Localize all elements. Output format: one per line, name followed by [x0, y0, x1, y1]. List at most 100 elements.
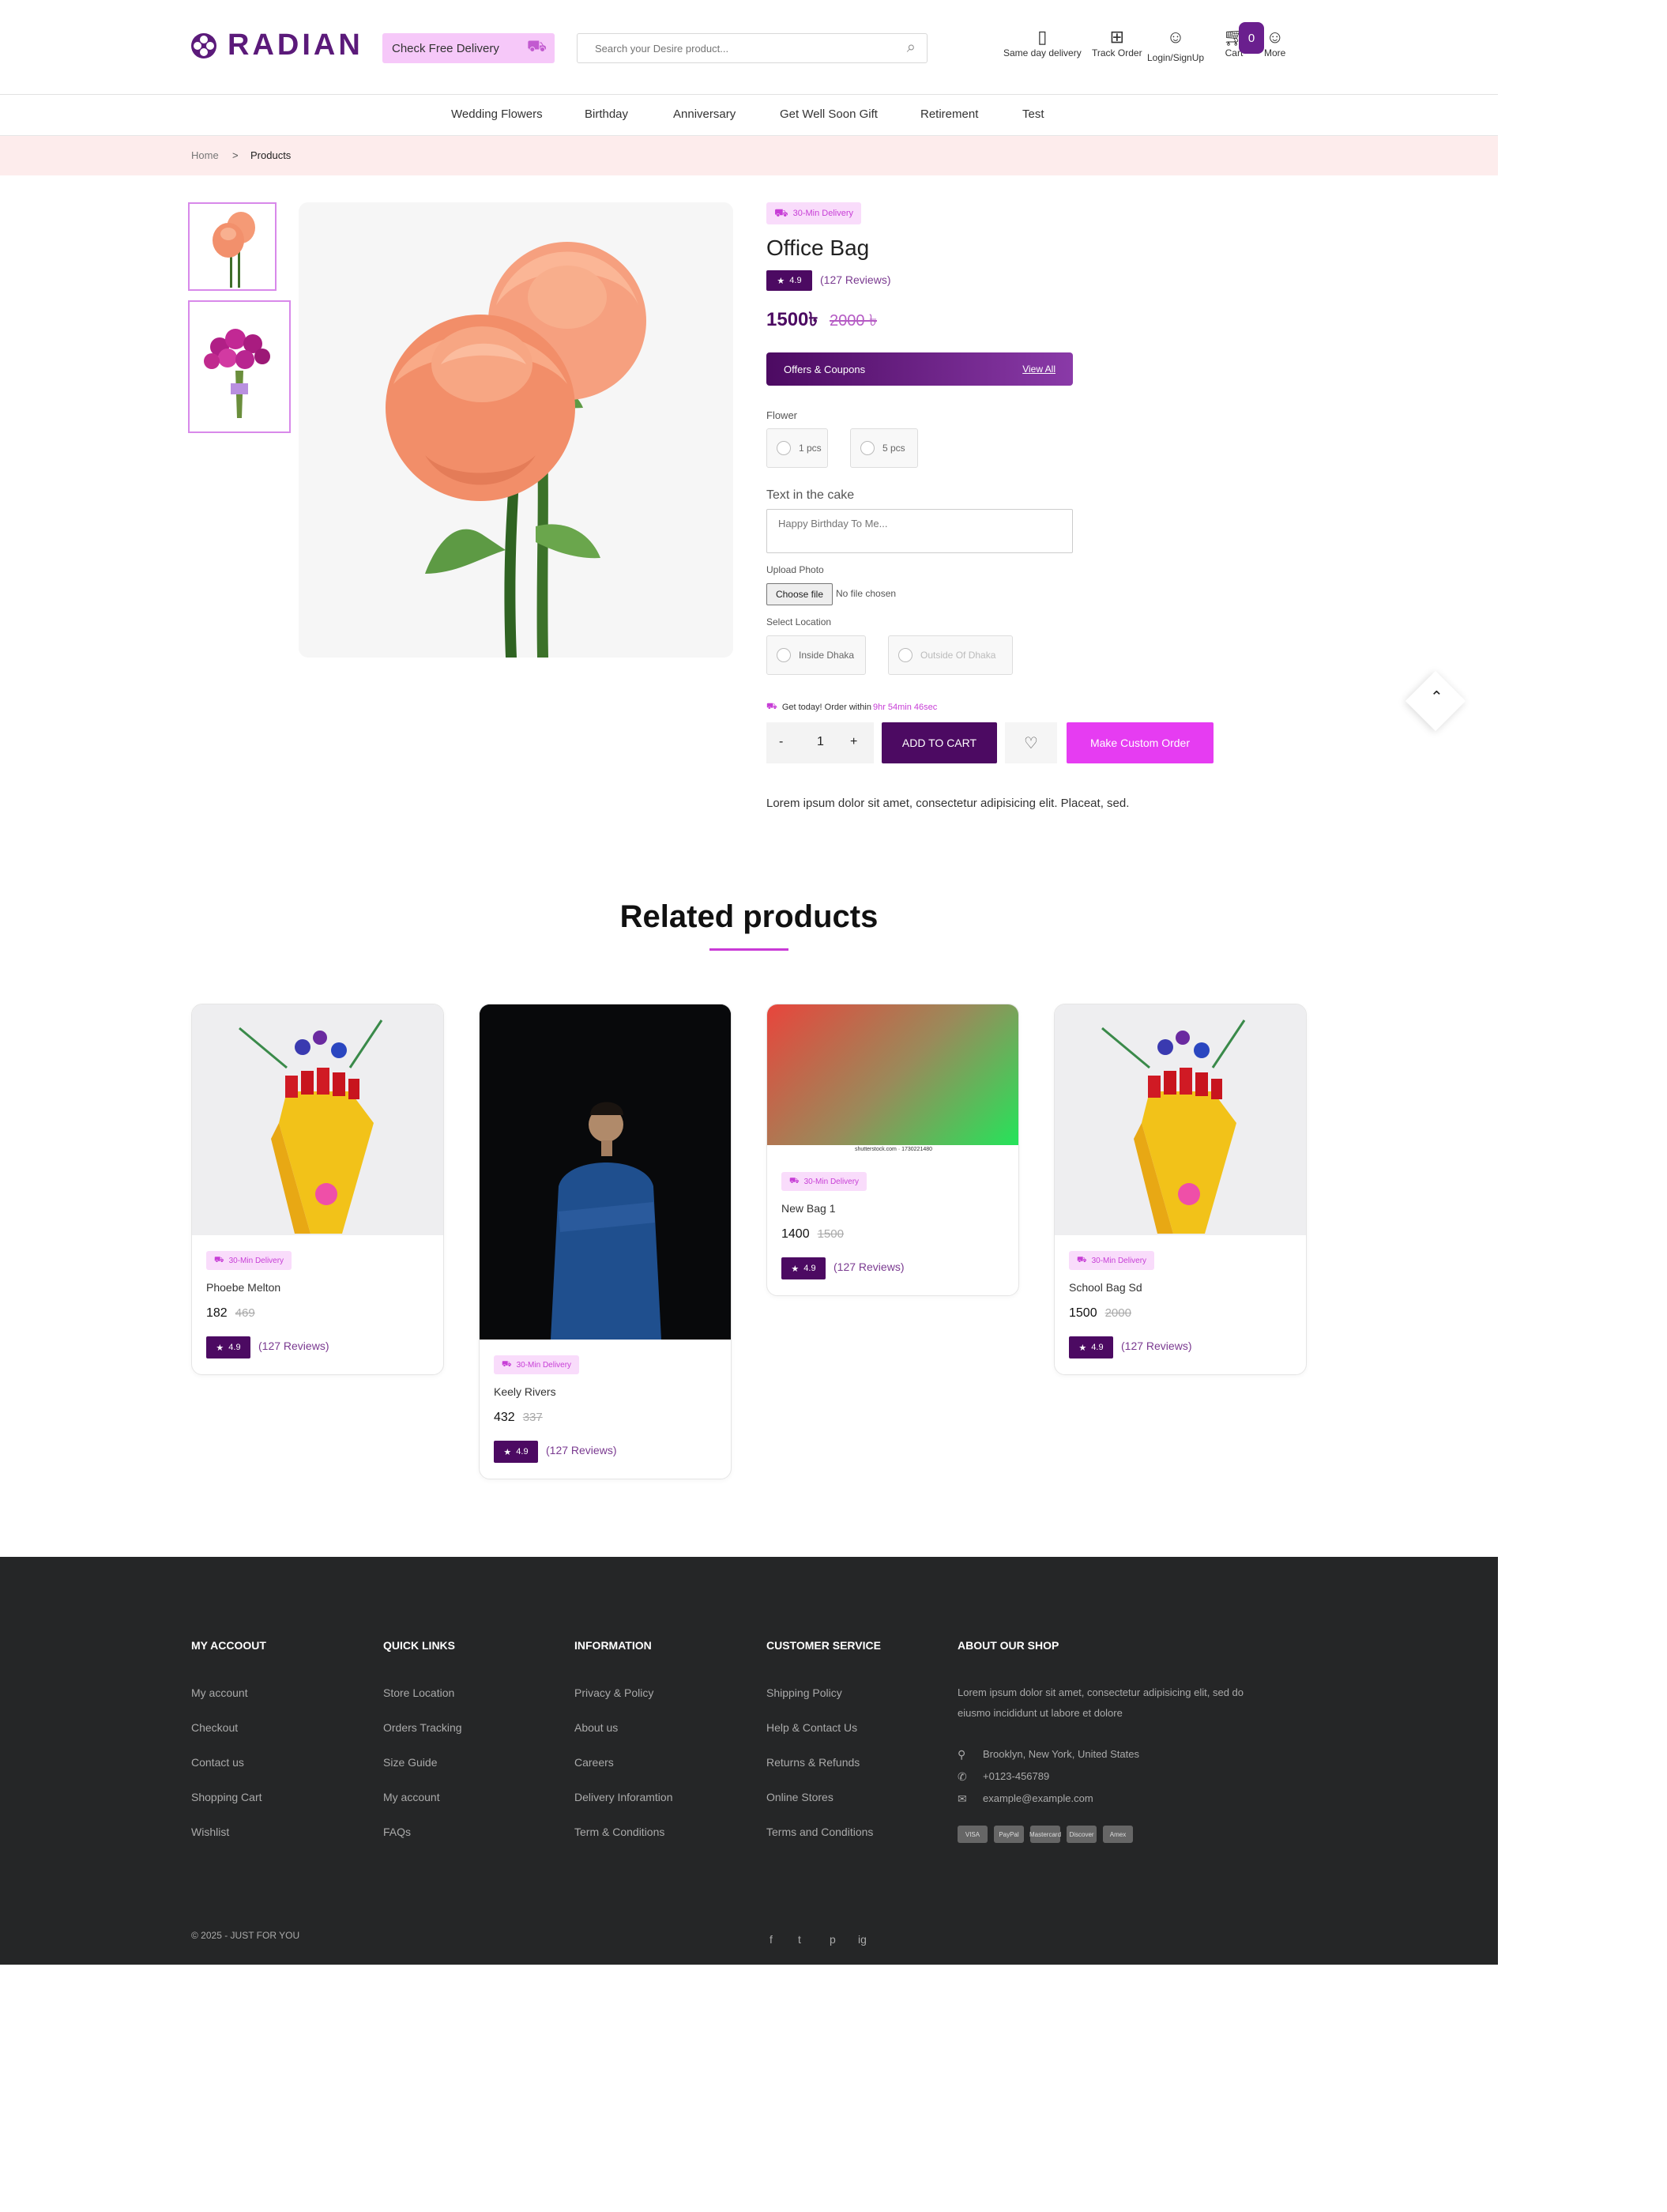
reviews-count: (127 Reviews) [834, 1261, 905, 1273]
check-free-delivery-button[interactable]: Check Free Delivery ⛟ [382, 33, 555, 63]
footer-link[interactable]: Term & Conditions [574, 1826, 664, 1838]
thumbnail-rose[interactable] [188, 202, 277, 291]
nav-wedding-flowers[interactable]: Wedding Flowers [451, 107, 543, 121]
footer-about-text: Lorem ipsum dolor sit amet, consectetur … [958, 1686, 1244, 1698]
footer-link[interactable]: Shipping Policy [766, 1686, 842, 1699]
instagram-icon[interactable]: ig [858, 1933, 867, 1946]
price-value: 1400 [781, 1227, 810, 1241]
product-name[interactable]: Keely Rivers [494, 1385, 556, 1398]
product-card[interactable]: ⛟ 30-Min Delivery Phoebe Melton 182 469 ★… [191, 1004, 444, 1375]
product-name[interactable]: New Bag 1 [781, 1202, 835, 1215]
related-products-title: Related products [619, 899, 879, 934]
product-old-price: 2000 ৳ [830, 312, 878, 330]
thumbnail-bouquet[interactable] [188, 300, 291, 433]
nav-test[interactable]: Test [1022, 107, 1044, 121]
footer-link[interactable]: Terms and Conditions [766, 1826, 873, 1838]
timer-value: 9hr 54min 46sec [872, 703, 938, 712]
product-card-image [192, 1004, 443, 1235]
login-link[interactable]: ☺ Login/SignUp [1147, 27, 1204, 63]
footer-link[interactable]: Online Stores [766, 1791, 834, 1803]
rating-value: 4.9 [228, 1343, 241, 1352]
footer-link[interactable]: My account [191, 1686, 248, 1699]
qty-value[interactable]: 1 [817, 735, 824, 749]
radio-icon [777, 441, 791, 455]
main-product-image [299, 202, 733, 658]
mastercard-icon: Mastercard [1029, 1826, 1061, 1843]
product-price: 1500৳ [766, 309, 818, 330]
delivery-badge-label: 30-Min Delivery [792, 209, 854, 218]
star-icon: ★ [216, 1343, 224, 1353]
reviews-count[interactable]: (127 Reviews) [820, 273, 890, 286]
footer-link[interactable]: Delivery Inforamtion [574, 1791, 673, 1803]
footer-link[interactable]: Contact us [191, 1756, 244, 1769]
nav-get-well-soon[interactable]: Get Well Soon Gift [780, 107, 878, 121]
footer-phone[interactable]: +0123-456789 [983, 1770, 1049, 1782]
scroll-to-top-button[interactable]: ⌃ [1405, 670, 1466, 732]
breadcrumb-home[interactable]: Home [191, 149, 219, 161]
footer-link[interactable]: My account [383, 1791, 440, 1803]
logo[interactable]: RADIAN [190, 28, 363, 62]
make-custom-order-button[interactable]: Make Custom Order [1067, 722, 1214, 763]
footer-link[interactable]: Orders Tracking [383, 1721, 462, 1734]
login-label: Login/SignUp [1147, 52, 1205, 63]
product-title: Office Bag [766, 236, 870, 260]
product-name[interactable]: School Bag Sd [1069, 1281, 1142, 1294]
footer-link[interactable]: FAQs [383, 1826, 411, 1838]
footer-link[interactable]: Returns & Refunds [766, 1756, 860, 1769]
footer-link[interactable]: Careers [574, 1756, 614, 1769]
search-input[interactable] [578, 34, 878, 62]
wishlist-heart-icon[interactable]: ♡ [1005, 722, 1057, 763]
product-card[interactable]: shutterstock.com · 1730221480 ⛟ 30-Min D… [766, 1004, 1019, 1296]
qty-minus-button[interactable]: - [779, 735, 783, 749]
delivery-badge-label: 30-Min Delivery [803, 1177, 860, 1186]
rose-image [386, 242, 646, 658]
nav-retirement[interactable]: Retirement [920, 107, 978, 121]
pinterest-icon[interactable]: p [830, 1933, 836, 1946]
main-nav: Wedding Flowers Birthday Anniversary Get… [0, 95, 1498, 136]
footer-col-title: CUSTOMER SERVICE [766, 1639, 881, 1652]
paypal-icon: PayPal [994, 1826, 1024, 1843]
old-price: 337 [522, 1411, 543, 1424]
footer-link[interactable]: Help & Contact Us [766, 1721, 857, 1734]
footer-link[interactable]: Store Location [383, 1686, 454, 1699]
add-to-cart-button[interactable]: ADD TO CART [882, 722, 997, 763]
view-all-link[interactable]: View All [1022, 364, 1056, 375]
delivery-badge-label: 30-Min Delivery [516, 1360, 572, 1370]
reviews-count: (127 Reviews) [1121, 1340, 1192, 1352]
footer-link[interactable]: Privacy & Policy [574, 1686, 653, 1699]
search-icon[interactable]: ⌕ [907, 39, 916, 57]
product-card[interactable]: ⛟ 30-Min Delivery School Bag Sd 1500 2000… [1054, 1004, 1307, 1375]
product-card[interactable]: ⛟ 30-Min Delivery Keely Rivers 432 337 ★ … [479, 1004, 732, 1479]
flower-option-5pcs[interactable]: 5 pcs [850, 428, 918, 468]
facebook-icon[interactable]: f [770, 1933, 773, 1946]
footer-link[interactable]: Shopping Cart [191, 1791, 262, 1803]
image-watermark: shutterstock.com · 1730221480 [767, 1145, 1018, 1155]
flower-option-label: 5 pcs [882, 443, 905, 454]
footer-link[interactable]: About us [574, 1721, 618, 1734]
more-menu[interactable]: ☺ More [1264, 27, 1285, 58]
choose-file-button[interactable]: Choose file [766, 583, 833, 605]
order-timer: ⛟ Get today! Order within 9hr 54min 46se… [766, 702, 937, 713]
footer-link[interactable]: Size Guide [383, 1756, 437, 1769]
location-outside-dhaka[interactable]: Outside Of Dhaka [888, 635, 1013, 675]
man-portrait-image [480, 1004, 731, 1340]
nav-birthday[interactable]: Birthday [585, 107, 628, 121]
rating-value: 4.9 [789, 276, 802, 285]
twitter-icon[interactable]: t [798, 1933, 801, 1946]
footer-link[interactable]: Checkout [191, 1721, 238, 1734]
footer-email[interactable]: example@example.com [983, 1792, 1093, 1804]
flower-option-1pcs[interactable]: 1 pcs [766, 428, 828, 468]
footer-link[interactable]: Wishlist [191, 1826, 229, 1838]
nav-anniversary[interactable]: Anniversary [673, 107, 736, 121]
location-inside-dhaka[interactable]: Inside Dhaka [766, 635, 866, 675]
cake-text-input[interactable] [766, 509, 1073, 553]
file-status: No file chosen [836, 588, 897, 599]
qty-plus-button[interactable]: + [850, 735, 857, 749]
gift-icon: ⊞ [1109, 27, 1124, 47]
product-card-image [480, 1004, 731, 1340]
same-day-delivery-link[interactable]: ▯ Same day delivery [1003, 27, 1082, 58]
track-order-link[interactable]: ⊞ Track Order [1092, 27, 1142, 58]
product-name[interactable]: Phoebe Melton [206, 1281, 280, 1294]
delivery-badge: ⛟ 30-Min Delivery [781, 1172, 867, 1191]
rating-badge: ★ 4.9 [206, 1336, 250, 1358]
